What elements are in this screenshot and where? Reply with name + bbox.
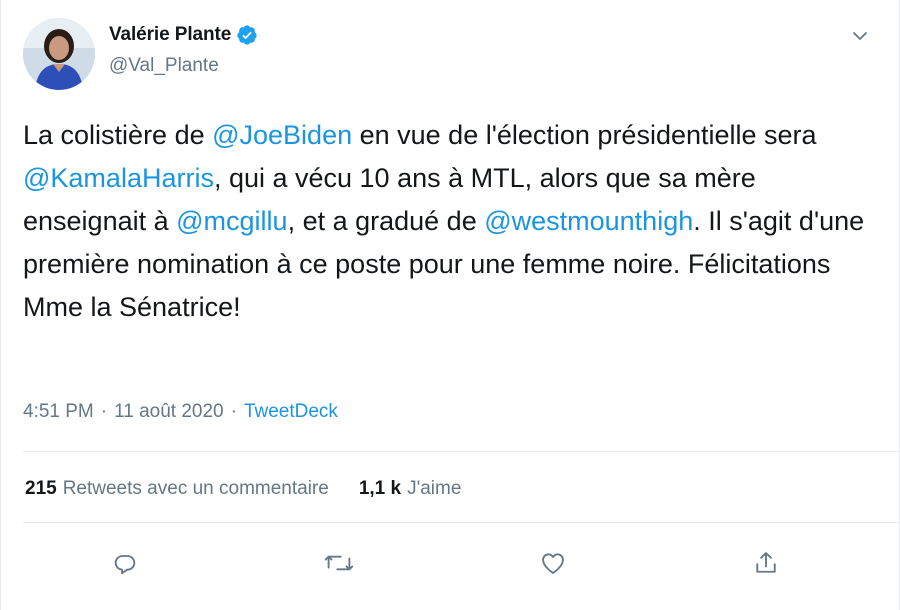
divider [23,451,899,452]
tweet-text-segment: La colistière de [23,120,213,150]
retweets-stat[interactable]: 215 Retweets avec un commentaire [25,478,329,500]
reply-icon[interactable] [105,543,145,583]
author-row: Valérie Plante [109,24,258,46]
likes-stat[interactable]: 1,1 k J'aime [359,478,462,500]
user-handle[interactable]: @Val_Plante [109,55,219,77]
retweets-count: 215 [25,478,57,499]
tweet-text-segment: en vue de l'élection présidentielle sera [352,120,817,150]
tweet-date[interactable]: 11 août 2020 [114,401,224,423]
tweet-card: Valérie Plante @Val_Plante La colistière… [0,0,900,610]
likes-count: 1,1 k [358,478,402,499]
verified-badge-icon [236,24,258,46]
likes-label: J'aime [407,478,462,499]
meta-separator: · [100,401,108,422]
mention-link[interactable]: @JoeBiden [212,120,352,150]
tweet-text: La colistière de @JoeBiden en vue de l'é… [23,114,873,329]
tweet-time[interactable]: 4:51 PM [23,401,94,423]
display-name[interactable]: Valérie Plante [109,24,231,46]
mention-link[interactable]: @westmounthigh [484,206,693,236]
tweet-text-segment: , et a gradué de [287,206,485,236]
tweet-meta: 4:51 PM · 11 août 2020 · TweetDeck [23,401,338,423]
tweet-actions [1,543,900,583]
heart-icon[interactable] [533,543,573,583]
mention-link[interactable]: @KamalaHarris [23,163,214,193]
share-icon[interactable] [746,543,786,583]
mention-link[interactable]: @mcgillu [176,206,287,236]
tweet-stats: 215 Retweets avec un commentaire 1,1 k J… [25,478,461,500]
tweet-source-link[interactable]: TweetDeck [244,401,338,423]
meta-separator: · [230,401,237,422]
retweet-icon[interactable] [319,543,359,583]
retweets-label: Retweets avec un commentaire [62,478,329,499]
chevron-down-icon[interactable] [849,25,871,47]
divider [23,522,899,523]
avatar[interactable] [23,18,95,90]
